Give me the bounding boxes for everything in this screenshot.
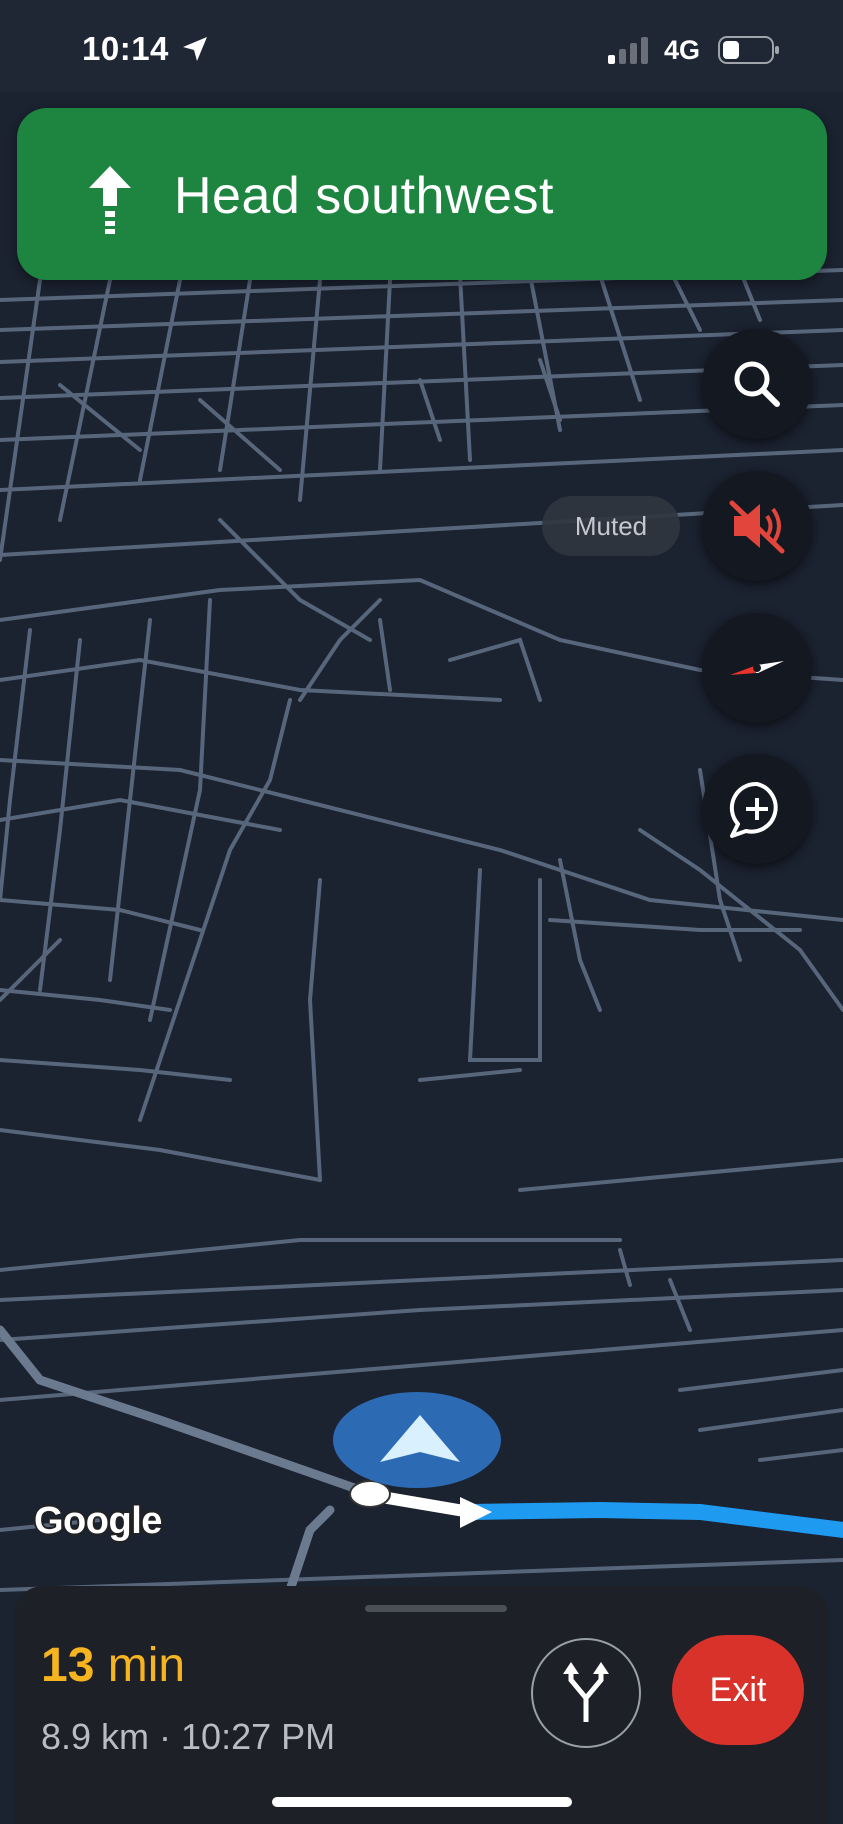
sound-muted-icon <box>729 500 785 554</box>
direction-instruction: Head southwest <box>174 167 554 225</box>
search-button[interactable] <box>702 329 812 439</box>
google-attribution: Google <box>34 1500 162 1542</box>
sheet-drag-handle[interactable] <box>365 1605 507 1612</box>
trip-summary-sheet[interactable]: 13 min 8.9 km · 10:27 PM Exit <box>15 1586 828 1824</box>
exit-button[interactable]: Exit <box>672 1635 804 1745</box>
home-indicator[interactable] <box>272 1797 572 1807</box>
direction-banner[interactable]: Head southwest <box>17 108 827 280</box>
trip-duration-unit: min <box>107 1639 186 1692</box>
route-start-marker <box>349 1480 391 1508</box>
trip-details: 8.9 km · 10:27 PM <box>41 1716 336 1757</box>
alternate-routes-button[interactable] <box>531 1638 641 1748</box>
navigation-arrow-icon <box>333 1392 501 1488</box>
cellular-signal-icon <box>608 37 648 64</box>
straight-arrow-icon <box>89 166 131 234</box>
network-type: 4G <box>664 35 701 65</box>
alternate-routes-icon <box>563 1662 609 1722</box>
battery-icon <box>718 36 779 64</box>
compass-icon <box>730 661 784 675</box>
trip-duration-value: 13 <box>41 1639 95 1692</box>
trip-duration: 13 min <box>41 1638 185 1693</box>
add-report-button[interactable] <box>702 754 812 864</box>
mute-button[interactable] <box>702 471 812 581</box>
status-bar: 10:14 4G <box>0 0 843 92</box>
muted-label: Muted <box>542 496 680 556</box>
location-arrow-icon <box>183 37 207 61</box>
add-report-icon <box>729 781 778 838</box>
status-time: 10:14 <box>82 30 169 67</box>
compass-button[interactable] <box>702 613 812 723</box>
search-icon <box>734 361 780 407</box>
